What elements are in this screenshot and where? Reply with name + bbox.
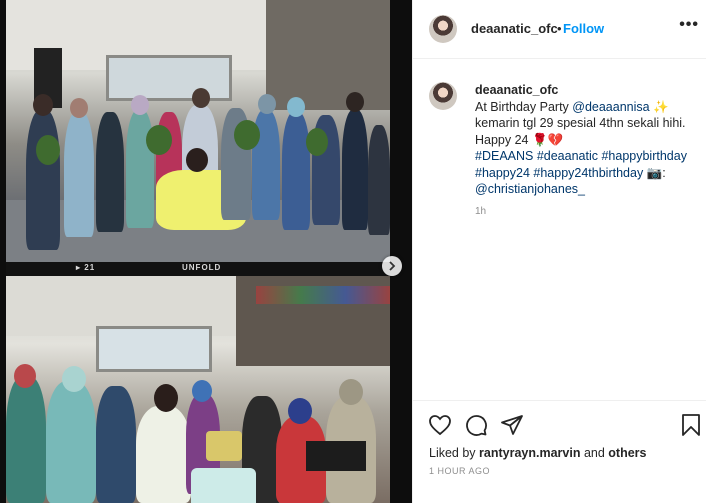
chevron-right-icon[interactable] <box>382 256 402 276</box>
photo-group-cake <box>6 276 390 503</box>
caption-text: At Birthday Party <box>475 99 573 114</box>
caption-text: kemarin tgl 29 spesial 4thn sekali hihi. <box>475 116 686 130</box>
separator-dot: • <box>557 21 562 36</box>
post-media[interactable]: ▸ 21 UNFOLD <box>0 0 412 503</box>
caption-emoji: ✨ <box>649 99 669 114</box>
follow-button[interactable]: Follow <box>563 21 604 36</box>
liked-others[interactable]: others <box>608 446 646 460</box>
instagram-post: ▸ 21 UNFOLD deaanatic_ofc • Follow ••• d… <box>0 0 706 503</box>
post-header: deaanatic_ofc • Follow ••• <box>413 0 706 59</box>
heart-icon[interactable] <box>428 413 452 437</box>
film-label: UNFOLD <box>182 263 222 272</box>
film-strip: ▸ 21 UNFOLD <box>6 262 390 276</box>
post-actions: Liked by rantyrayn.marvin and others 1 H… <box>413 400 706 501</box>
post-caption: deaanatic_ofc At Birthday Party @deaaann… <box>475 82 703 198</box>
share-icon[interactable] <box>500 413 524 437</box>
post-sidebar: deaanatic_ofc • Follow ••• deaanatic_ofc… <box>412 0 706 503</box>
caption-text: Happy 24 🌹💔 <box>475 132 564 147</box>
likes-prefix: Liked by <box>429 446 480 460</box>
likes-summary: Liked by rantyrayn.marvin and others <box>429 446 646 460</box>
caption-username[interactable]: deaanatic_ofc <box>475 82 703 99</box>
liked-user[interactable]: rantyrayn.marvin <box>479 446 580 460</box>
caption-mention[interactable]: @christianjohanes_ <box>475 182 585 196</box>
camera-emoji: 📷: <box>643 165 666 180</box>
film-frame-number: ▸ 21 <box>76 263 96 272</box>
caption-hashtags[interactable]: #happy24 #happy24thbirthday <box>475 166 643 180</box>
caption-time[interactable]: 1h <box>475 206 486 217</box>
caption-hashtags[interactable]: #DEAANS #deaanatic #happybirthday <box>475 149 687 163</box>
more-icon[interactable]: ••• <box>679 16 699 34</box>
comment-icon[interactable] <box>464 413 488 437</box>
bookmark-icon[interactable] <box>679 413 703 437</box>
post-timestamp[interactable]: 1 HOUR AGO <box>429 466 490 476</box>
photo-group-standing <box>6 0 390 262</box>
author-username[interactable]: deaanatic_ofc <box>471 21 558 36</box>
caption-mention[interactable]: @deaaannisa <box>572 100 649 114</box>
caption-avatar[interactable] <box>429 82 457 110</box>
avatar[interactable] <box>429 15 457 43</box>
likes-middle: and <box>580 446 609 460</box>
